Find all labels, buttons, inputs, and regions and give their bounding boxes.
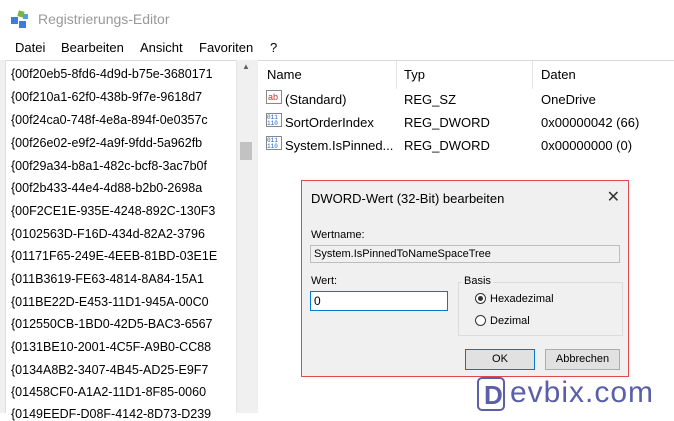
base-group-label: Basis — [462, 275, 493, 287]
value-name-field: System.IsPinnedToNameSpaceTree — [310, 245, 620, 263]
menu-bar: Datei Bearbeiten Ansicht Favoriten ? — [0, 38, 674, 60]
column-divider[interactable] — [532, 61, 533, 89]
scroll-up-icon[interactable]: ▲ — [237, 62, 255, 78]
tree-item[interactable]: {0102563D-F16D-434d-82A2-3796 — [11, 227, 261, 241]
tree-item[interactable]: {00f24ca0-748f-4e8a-894f-0e0357c — [11, 113, 261, 127]
window-title: Registrierungs-Editor — [38, 11, 170, 27]
tree-item[interactable]: {00f210a1-62f0-438b-9f7e-9618d7 — [11, 90, 261, 104]
scroll-thumb[interactable] — [240, 142, 252, 160]
menu-help[interactable]: ? — [270, 40, 277, 55]
binary-value-icon: 011 110 — [266, 136, 282, 150]
tree-item[interactable]: {01171F65-249E-4EEB-81BD-03E1E — [11, 249, 261, 263]
tree-item[interactable]: {00F2CE1E-935E-4248-892C-130F3 — [11, 204, 261, 218]
svg-text:110: 110 — [267, 143, 278, 150]
value-type: REG_SZ — [404, 92, 457, 107]
value-name-label: Wertname: — [311, 229, 365, 241]
radio-button[interactable] — [475, 293, 486, 304]
tree-left-edge — [0, 60, 6, 413]
svg-text:110: 110 — [267, 120, 278, 127]
tree-item[interactable]: {011B3619-FE63-4814-8A84-15A1 — [11, 272, 261, 286]
registry-editor-icon — [11, 10, 28, 28]
column-name-header[interactable]: Name — [267, 67, 302, 82]
tree-item[interactable]: {00f29a34-b8a1-482c-bcf8-3ac7b0f — [11, 159, 261, 173]
value-name: System.IsPinned... — [285, 138, 394, 153]
tree-scrollbar[interactable]: ▲ — [236, 60, 255, 413]
value-type: REG_DWORD — [404, 115, 490, 130]
column-type-header[interactable]: Typ — [404, 67, 425, 82]
menu-bearbeiten[interactable]: Bearbeiten — [61, 40, 124, 55]
column-divider[interactable] — [396, 61, 397, 89]
devbix-watermark: D evbix.com — [476, 374, 674, 412]
radio-hexadecimal-label[interactable]: Hexadezimal — [490, 293, 554, 305]
tree-item[interactable]: {012550CB-1BD0-42D5-BAC3-6567 — [11, 317, 261, 331]
key-tree[interactable]: {00f20eb5-8fd6-4d9d-b75e-3680171 {00f210… — [0, 60, 252, 421]
tree-item[interactable]: {0134A8B2-3407-4B45-AD25-E9F7 — [11, 363, 261, 377]
tree-item[interactable]: {00f20eb5-8fd6-4d9d-b75e-3680171 — [11, 67, 261, 81]
watermark-text: evbix.com — [510, 376, 655, 409]
tree-item[interactable]: {00f2b433-44e4-4d88-b2b0-2698a — [11, 181, 261, 195]
radio-decimal-label[interactable]: Dezimal — [490, 315, 530, 327]
tree-item[interactable]: {0149EEDF-D08F-4142-8D73-D239 — [11, 407, 261, 421]
svg-text:ab: ab — [268, 92, 278, 102]
tree-item[interactable]: {0131BE10-2001-4C5F-A9B0-CC88 — [11, 340, 261, 354]
tree-item[interactable]: {01458CF0-A1A2-11D1-8F85-0060 — [11, 385, 261, 399]
tree-item[interactable]: {011BE22D-E453-11D1-945A-00C0 — [11, 295, 261, 309]
column-data-header[interactable]: Daten — [541, 67, 576, 82]
radio-button[interactable] — [475, 315, 486, 326]
value-data-input[interactable]: 0 — [310, 291, 448, 311]
edit-dword-dialog: DWORD-Wert (32-Bit) bearbeiten ✕ Wertnam… — [301, 180, 629, 377]
svg-text:D: D — [484, 380, 503, 410]
menu-ansicht[interactable]: Ansicht — [140, 40, 183, 55]
radio-selected-dot — [478, 296, 483, 301]
string-value-icon: ab — [266, 90, 282, 104]
value-type: REG_DWORD — [404, 138, 490, 153]
value-name: SortOrderIndex — [285, 115, 374, 130]
binary-value-icon: 011 110 — [266, 113, 282, 127]
value-data-label: Wert: — [311, 275, 338, 287]
menu-datei[interactable]: Datei — [15, 40, 45, 55]
base-group — [458, 282, 623, 336]
value-name: (Standard) — [285, 92, 347, 107]
dialog-title: DWORD-Wert (32-Bit) bearbeiten — [311, 191, 505, 206]
cancel-button[interactable]: Abbrechen — [545, 349, 620, 370]
value-data: 0x00000000 (0) — [541, 138, 633, 153]
ok-button[interactable]: OK — [465, 349, 535, 370]
title-bar: Registrierungs-Editor — [0, 0, 674, 38]
value-data: OneDrive — [541, 92, 596, 107]
close-icon[interactable]: ✕ — [607, 187, 620, 207]
tree-item[interactable]: {00f26e02-e9f2-4a9f-9fdd-5a962fb — [11, 136, 261, 150]
menu-favoriten[interactable]: Favoriten — [199, 40, 253, 55]
value-data: 0x00000042 (66) — [541, 115, 640, 130]
